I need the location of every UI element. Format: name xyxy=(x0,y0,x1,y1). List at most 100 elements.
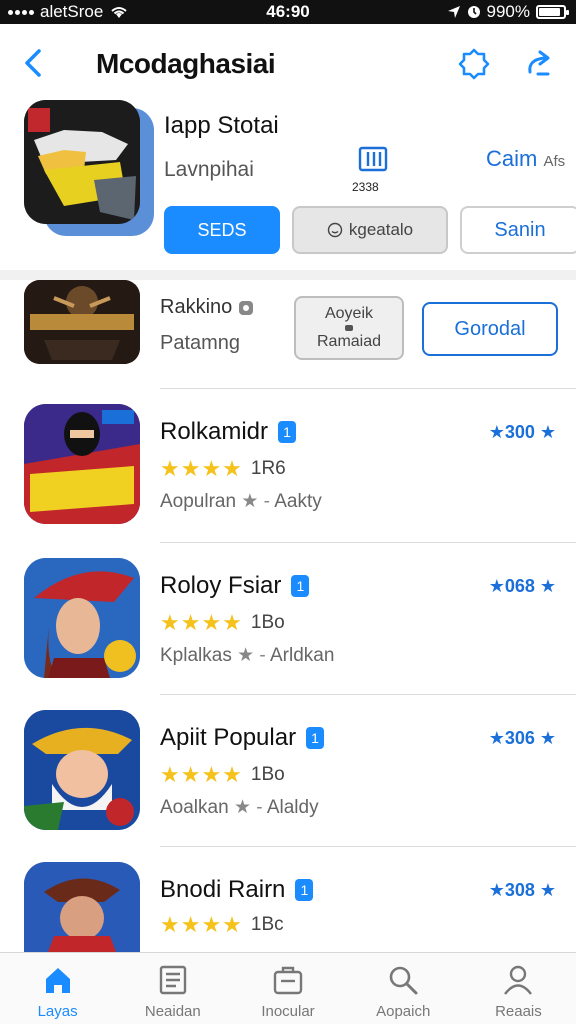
featured-link[interactable]: Caim Afs xyxy=(486,146,565,172)
tab-apps[interactable]: Inocular xyxy=(230,953,345,1024)
secondary-app-subtitle: Patamng xyxy=(160,332,241,354)
section-divider xyxy=(0,270,576,280)
divider xyxy=(160,542,576,543)
app-category: Kplalkas xyxy=(160,645,232,666)
info-icon xyxy=(239,300,254,315)
battery-icon xyxy=(536,5,569,19)
rating-count: 1Bo xyxy=(250,612,285,633)
secondary-row-button-line2: Ramaiad xyxy=(316,333,382,350)
app-rating: ★★★★ 1Bo xyxy=(160,762,285,788)
app-title: Bnodi Rairn 1 xyxy=(160,876,314,904)
secondary-app-title: Rakkino xyxy=(160,296,254,319)
verified-badge-icon: 1 xyxy=(295,879,314,901)
app-icon[interactable] xyxy=(24,404,140,524)
divider xyxy=(160,694,576,695)
share-button[interactable] xyxy=(520,46,556,82)
rating-count: 1R6 xyxy=(250,458,286,479)
app-title-text: Rolkamidr xyxy=(160,418,269,445)
app-price-button[interactable]: ★068 ★ xyxy=(489,576,556,597)
star-rating-icon: ★★★★ xyxy=(160,912,243,937)
list-item[interactable]: Rolkamidr 1 ★★★★ 1R6 Aopulran ★ - Aakty … xyxy=(0,388,576,542)
secondary-row-button[interactable]: Aoyeik Ramaiad xyxy=(294,296,404,360)
app-meta: Kplalkas ★ - Arldkan xyxy=(160,644,334,667)
search-icon xyxy=(389,966,418,995)
divider xyxy=(160,846,576,847)
featured-app-title: Iapp Stotai xyxy=(164,112,279,139)
battery-percent: 990% xyxy=(486,2,530,21)
list-item[interactable]: Roloy Fsiar 1 ★★★★ 1Bo Kplalkas ★ - Arld… xyxy=(0,542,576,696)
verified-badge-icon: 1 xyxy=(291,575,310,597)
secondary-app-icon[interactable] xyxy=(24,280,140,364)
game-art-icon xyxy=(24,404,140,524)
secondary-app-title-text: Rakkino xyxy=(160,296,233,318)
list-item[interactable]: Apiit Popular 1 ★★★★ 1Bo Aoalkan ★ - Ala… xyxy=(0,694,576,848)
briefcase-icon xyxy=(273,966,303,995)
tab-search[interactable]: Aopaich xyxy=(346,953,461,1024)
app-rating: ★★★★ 1R6 xyxy=(160,456,286,482)
featured-app-icon[interactable] xyxy=(24,100,140,224)
verified-badge-icon: 1 xyxy=(306,727,325,749)
app-title-text: Bnodi Rairn xyxy=(160,876,286,903)
star-outline-icon: ★ - xyxy=(241,491,275,512)
featured-app-subtitle: Lavnpihai xyxy=(164,158,254,181)
stats-icon xyxy=(358,146,388,172)
secondary-button-label: kgeatalo xyxy=(348,220,414,239)
secondary-row-button-line1: Aoyeik xyxy=(324,305,374,322)
tab-label: Neaidan xyxy=(144,1003,201,1020)
featured-link-label: Caim xyxy=(486,146,538,171)
outline-button[interactable]: Sanin xyxy=(460,206,576,254)
game-art-icon xyxy=(24,100,140,224)
app-tag: Arldkan xyxy=(269,645,335,666)
share-icon xyxy=(528,50,550,76)
featured-link-suffix: Afs xyxy=(543,153,566,170)
navigation-bar: Mcodaghasiai xyxy=(0,24,576,100)
app-meta: Aoalkan ★ - Alaldy xyxy=(160,796,319,819)
app-meta: Aopulran ★ - Aakty xyxy=(160,490,322,513)
app-price-button[interactable]: ★306 ★ xyxy=(489,728,556,749)
featured-app: Iapp Stotai Lavnpihai 2338 Caim Afs SEDS… xyxy=(0,100,576,270)
page-title: Mcodaghasiai xyxy=(96,48,276,79)
star-outline-icon: ★ - xyxy=(233,797,267,818)
app-category: Aopulran xyxy=(160,491,237,512)
app-icon[interactable] xyxy=(24,862,140,952)
app-rating: ★★★★ 1Bo xyxy=(160,610,285,636)
tab-label: Inocular xyxy=(261,1003,315,1020)
back-button[interactable] xyxy=(18,46,48,80)
battery-level xyxy=(539,8,561,16)
app-title: Apiit Popular 1 xyxy=(160,724,325,752)
get-button[interactable]: SEDS xyxy=(164,206,280,254)
app-price-button[interactable]: ★308 ★ xyxy=(489,880,556,901)
tab-today[interactable]: Layas xyxy=(0,953,115,1024)
verified-badge-icon: 1 xyxy=(278,421,297,443)
app-title-text: Roloy Fsiar xyxy=(160,572,282,599)
tab-label: Aopaich xyxy=(376,1003,431,1020)
app-rating: ★★★★ 1Bc xyxy=(160,912,284,938)
divider xyxy=(160,388,576,389)
tab-lists[interactable]: Neaidan xyxy=(115,953,230,1024)
secondary-button[interactable]: kgeatalo xyxy=(292,206,448,254)
star-rating-icon: ★★★★ xyxy=(160,456,243,481)
app-icon[interactable] xyxy=(24,558,140,678)
tab-profile[interactable]: Reaais xyxy=(461,953,576,1024)
game-art-icon xyxy=(24,862,140,952)
chevron-left-icon xyxy=(25,49,41,77)
smile-icon xyxy=(327,222,343,238)
secondary-row-outline-button[interactable]: Gorodal xyxy=(422,302,558,356)
star-rating-icon: ★★★★ xyxy=(160,762,243,787)
badge-icon xyxy=(458,48,490,80)
tab-bar: Layas Neaidan Inocular Aopaich Reaais xyxy=(0,952,576,1024)
secondary-app-row[interactable]: Rakkino Patamng Aoyeik Ramaiad Gorodal xyxy=(0,280,576,388)
star-rating-icon: ★★★★ xyxy=(160,610,243,635)
app-category: Aoalkan xyxy=(160,797,229,818)
app-price-button[interactable]: ★300 ★ xyxy=(489,422,556,443)
app-icon[interactable] xyxy=(24,710,140,830)
list-icon xyxy=(159,965,186,995)
game-art-icon xyxy=(24,710,140,830)
status-bar: aletSroe 46:90 990% xyxy=(0,0,576,24)
badge-button[interactable] xyxy=(456,46,492,82)
app-tag: Alaldy xyxy=(266,797,319,818)
app-tag: Aakty xyxy=(274,491,322,512)
tab-label: Layas xyxy=(37,1003,78,1020)
game-art-icon xyxy=(24,558,140,678)
home-icon xyxy=(45,968,70,993)
